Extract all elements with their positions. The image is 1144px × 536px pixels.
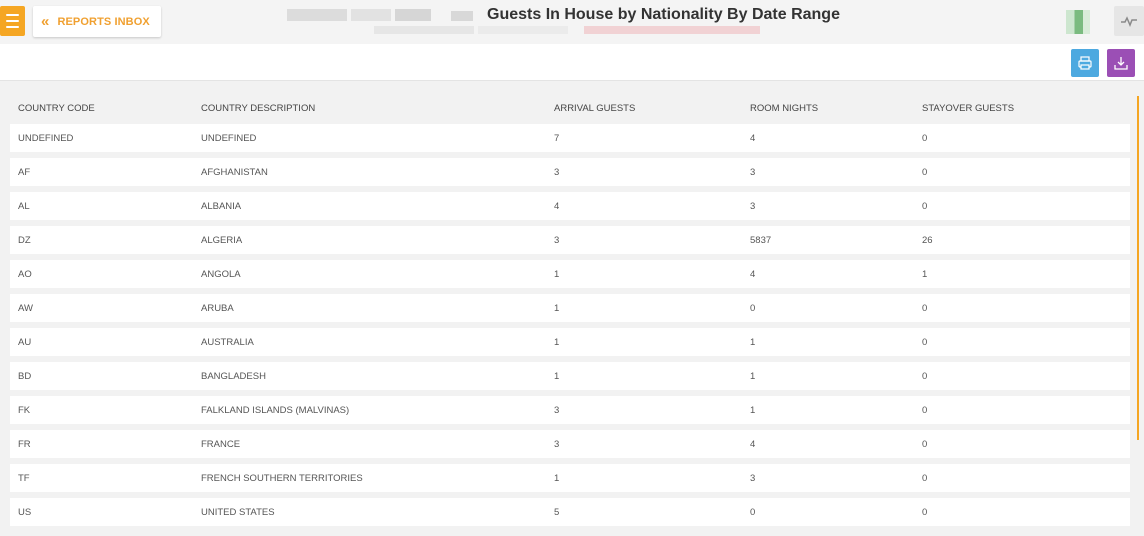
cell-stayover-guests: 0 xyxy=(922,370,928,382)
cell-country-code: AW xyxy=(18,302,33,314)
cell-arrival-guests: 4 xyxy=(554,200,560,212)
cell-country-description: ARUBA xyxy=(201,302,234,314)
cell-country-code: TF xyxy=(18,472,30,484)
cell-country-description: FRENCH SOUTHERN TERRITORIES xyxy=(201,472,363,484)
cell-room-nights: 1 xyxy=(750,404,756,416)
cell-stayover-guests: 0 xyxy=(922,506,928,518)
table-row[interactable]: TF FRENCH SOUTHERN TERRITORIES 1 3 0 xyxy=(10,464,1130,492)
report-table: COUNTRY CODE COUNTRY DESCRIPTION ARRIVAL… xyxy=(10,92,1130,532)
table-row[interactable]: FK FALKLAND ISLANDS (MALVINAS) 3 1 0 xyxy=(10,396,1130,424)
cell-arrival-guests: 1 xyxy=(554,370,560,382)
cell-country-description: FRANCE xyxy=(201,438,241,450)
vertical-scrollbar[interactable] xyxy=(1137,96,1139,440)
download-button[interactable] xyxy=(1107,49,1135,77)
cell-country-description: ALGERIA xyxy=(201,234,243,246)
cell-country-code: AL xyxy=(18,200,30,212)
table-row[interactable]: AW ARUBA 1 0 0 xyxy=(10,294,1130,322)
cell-country-description: ALBANIA xyxy=(201,200,242,212)
column-header-country-description[interactable]: COUNTRY DESCRIPTION xyxy=(201,103,315,114)
cell-room-nights: 4 xyxy=(750,268,756,280)
cell-stayover-guests: 0 xyxy=(922,472,928,484)
column-header-room-nights[interactable]: ROOM NIGHTS xyxy=(750,103,818,114)
download-icon xyxy=(1114,57,1128,70)
table-row[interactable]: AL ALBANIA 4 3 0 xyxy=(10,192,1130,220)
cell-arrival-guests: 3 xyxy=(554,438,560,450)
cell-stayover-guests: 0 xyxy=(922,438,928,450)
cell-room-nights: 5837 xyxy=(750,234,772,246)
cell-country-code: DZ xyxy=(18,234,31,246)
cell-arrival-guests: 3 xyxy=(554,234,560,246)
cell-country-description: AFGHANISTAN xyxy=(201,166,268,178)
cell-country-description: UNDEFINED xyxy=(201,132,257,144)
cell-arrival-guests: 7 xyxy=(554,132,560,144)
cell-arrival-guests: 5 xyxy=(554,506,560,518)
table-row[interactable]: UNDEFINED UNDEFINED 7 4 0 xyxy=(10,124,1130,152)
cell-country-code: FK xyxy=(18,404,31,416)
redacted-property-info xyxy=(287,9,475,23)
cell-country-description: FALKLAND ISLANDS (MALVINAS) xyxy=(201,404,350,416)
column-header-stayover-guests[interactable]: STAYOVER GUESTS xyxy=(922,103,1014,114)
cell-country-code: AO xyxy=(18,268,32,280)
cell-arrival-guests: 1 xyxy=(554,336,560,348)
cell-stayover-guests: 0 xyxy=(922,404,928,416)
pulse-icon xyxy=(1121,16,1137,27)
cell-arrival-guests: 1 xyxy=(554,302,560,314)
cell-room-nights: 0 xyxy=(750,302,756,314)
cell-country-code: BD xyxy=(18,370,32,382)
cell-arrival-guests: 1 xyxy=(554,268,560,280)
cell-country-code: AF xyxy=(18,166,31,178)
cell-stayover-guests: 26 xyxy=(922,234,933,246)
avatar[interactable] xyxy=(1066,10,1090,34)
cell-country-code: US xyxy=(18,506,32,518)
cell-room-nights: 3 xyxy=(750,200,756,212)
cell-country-description: ANGOLA xyxy=(201,268,241,280)
cell-country-code: FR xyxy=(18,438,31,450)
cell-stayover-guests: 0 xyxy=(922,166,928,178)
cell-arrival-guests: 3 xyxy=(554,166,560,178)
activity-button[interactable] xyxy=(1114,6,1144,36)
hamburger-icon xyxy=(6,14,19,16)
cell-stayover-guests: 0 xyxy=(922,132,928,144)
cell-stayover-guests: 0 xyxy=(922,336,928,348)
cell-stayover-guests: 0 xyxy=(922,302,928,314)
double-chevron-left-icon: « xyxy=(41,13,50,30)
table-row[interactable]: US UNITED STATES 5 0 0 xyxy=(10,498,1130,526)
column-header-arrival-guests[interactable]: ARRIVAL GUESTS xyxy=(554,103,635,114)
page-title: Guests In House by Nationality By Date R… xyxy=(487,6,840,23)
printer-icon xyxy=(1078,56,1092,70)
hamburger-menu-button[interactable] xyxy=(0,6,25,36)
cell-room-nights: 1 xyxy=(750,336,756,348)
table-row[interactable]: BD BANGLADESH 1 1 0 xyxy=(10,362,1130,390)
cell-stayover-guests: 1 xyxy=(922,268,928,280)
table-row[interactable]: AF AFGHANISTAN 3 3 0 xyxy=(10,158,1130,186)
report-toolbar xyxy=(0,44,1144,81)
redacted-subtitle xyxy=(374,26,766,36)
top-header: « REPORTS INBOX Guests In House by Natio… xyxy=(0,0,1144,44)
reports-inbox-label: REPORTS INBOX xyxy=(57,15,150,28)
print-button[interactable] xyxy=(1071,49,1099,77)
cell-room-nights: 3 xyxy=(750,166,756,178)
table-row[interactable]: AU AUSTRALIA 1 1 0 xyxy=(10,328,1130,356)
cell-country-description: BANGLADESH xyxy=(201,370,266,382)
table-row[interactable]: FR FRANCE 3 4 0 xyxy=(10,430,1130,458)
cell-country-description: UNITED STATES xyxy=(201,506,275,518)
cell-room-nights: 4 xyxy=(750,438,756,450)
cell-arrival-guests: 1 xyxy=(554,472,560,484)
cell-country-code: UNDEFINED xyxy=(18,132,74,144)
table-header: COUNTRY CODE COUNTRY DESCRIPTION ARRIVAL… xyxy=(10,92,1130,124)
table-row[interactable]: DZ ALGERIA 3 5837 26 xyxy=(10,226,1130,254)
cell-room-nights: 1 xyxy=(750,370,756,382)
reports-inbox-button[interactable]: « REPORTS INBOX xyxy=(33,6,161,37)
cell-room-nights: 3 xyxy=(750,472,756,484)
cell-country-code: AU xyxy=(18,336,32,348)
column-header-country-code[interactable]: COUNTRY CODE xyxy=(18,103,95,114)
cell-room-nights: 0 xyxy=(750,506,756,518)
cell-country-description: AUSTRALIA xyxy=(201,336,254,348)
cell-arrival-guests: 3 xyxy=(554,404,560,416)
table-row[interactable]: AO ANGOLA 1 4 1 xyxy=(10,260,1130,288)
cell-room-nights: 4 xyxy=(750,132,756,144)
cell-stayover-guests: 0 xyxy=(922,200,928,212)
